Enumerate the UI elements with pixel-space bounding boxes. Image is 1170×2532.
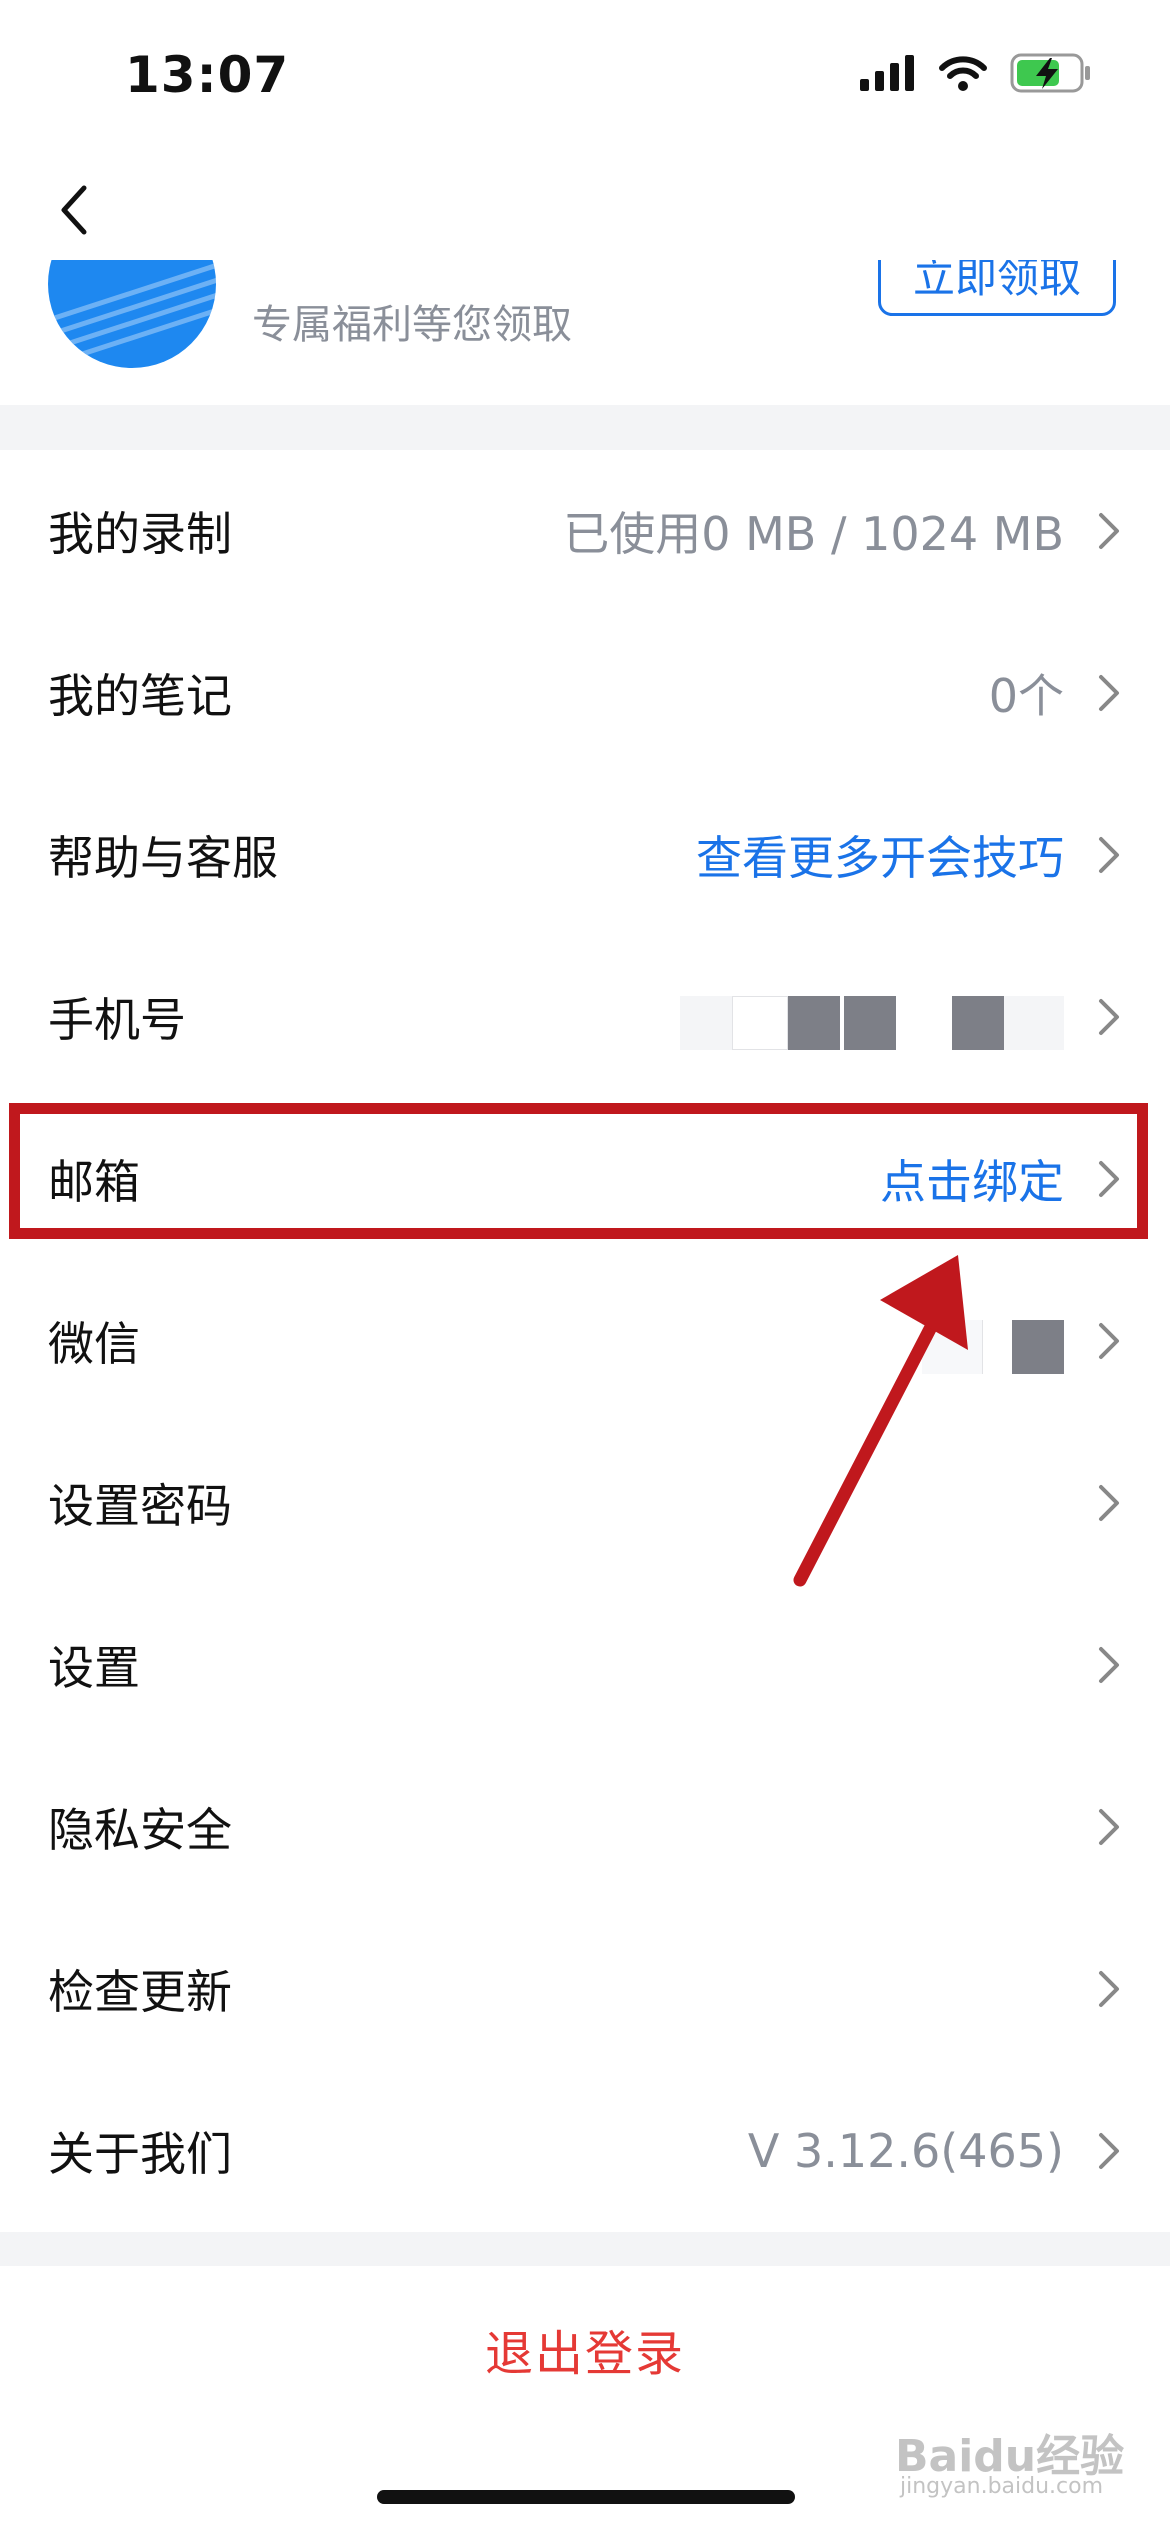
menu-item-label: 我的笔记 xyxy=(48,669,232,723)
menu-item-my-recordings[interactable]: 我的录制 已使用0 MB / 1024 MB xyxy=(0,450,1170,612)
chevron-right-icon xyxy=(1099,2133,1119,2169)
menu-item-settings[interactable]: 设置 xyxy=(0,1584,1170,1746)
phone-number-redacted xyxy=(680,996,1064,1050)
chevron-right-icon xyxy=(1099,513,1119,549)
menu-item-label: 我的录制 xyxy=(48,507,232,561)
cellular-signal-icon xyxy=(860,55,914,91)
status-bar: 13:07 xyxy=(0,0,1170,150)
logout-label: 退出登录 xyxy=(484,2326,685,2382)
chevron-right-icon xyxy=(1099,1809,1119,1845)
menu-item-check-updates[interactable]: 检查更新 xyxy=(0,1908,1170,2070)
storage-usage-value: 已使用0 MB / 1024 MB xyxy=(563,507,1064,561)
status-time: 13:07 xyxy=(125,46,290,104)
claim-now-button[interactable]: 立即领取 xyxy=(878,260,1116,316)
section-divider xyxy=(0,405,1170,450)
menu-item-label: 隐私安全 xyxy=(48,1803,232,1857)
promo-banner: 专属福利等您领取 立即领取 xyxy=(0,260,1170,405)
logout-button[interactable]: 退出登录 xyxy=(0,2266,1170,2432)
chevron-right-icon xyxy=(1099,999,1119,1035)
menu-item-set-password[interactable]: 设置密码 xyxy=(0,1422,1170,1584)
menu-item-label: 帮助与客服 xyxy=(48,831,278,885)
annotation-highlight-box xyxy=(9,1103,1148,1239)
chevron-right-icon xyxy=(1099,1971,1119,2007)
menu-item-label: 检查更新 xyxy=(48,1965,232,2019)
status-icons xyxy=(860,52,1092,94)
menu-item-my-notes[interactable]: 我的笔记 0个 xyxy=(0,612,1170,774)
settings-menu: 我的录制 已使用0 MB / 1024 MB 我的笔记 0个 帮助与客服 查看更… xyxy=(0,450,1170,2232)
menu-item-wechat[interactable]: 微信 xyxy=(0,1260,1170,1422)
nav-bar xyxy=(0,150,1170,260)
baidu-watermark-url: jingyan.baidu.com xyxy=(900,2474,1104,2499)
menu-item-label: 设置 xyxy=(48,1641,140,1695)
home-indicator[interactable] xyxy=(377,2490,795,2504)
menu-item-privacy-security[interactable]: 隐私安全 xyxy=(0,1746,1170,1908)
wifi-icon xyxy=(939,56,987,91)
battery-charging-icon xyxy=(1010,53,1090,93)
chevron-right-icon xyxy=(1099,837,1119,873)
menu-item-label: 关于我们 xyxy=(48,2127,232,2181)
notes-count-value: 0个 xyxy=(988,669,1064,723)
promo-subtitle: 专属福利等您领取 xyxy=(252,302,572,348)
wechat-account-redacted xyxy=(922,1320,1064,1374)
menu-item-label: 手机号 xyxy=(48,993,186,1047)
menu-item-label: 微信 xyxy=(48,1317,140,1371)
app-version-value: V 3.12.6(465) xyxy=(747,2124,1064,2178)
help-tips-link[interactable]: 查看更多开会技巧 xyxy=(696,822,1064,888)
menu-item-help-support[interactable]: 帮助与客服 查看更多开会技巧 xyxy=(0,774,1170,936)
chevron-right-icon xyxy=(1099,675,1119,711)
menu-item-phone[interactable]: 手机号 xyxy=(0,936,1170,1098)
back-arrow-icon[interactable] xyxy=(50,180,100,240)
menu-item-label: 设置密码 xyxy=(48,1479,232,1533)
section-divider xyxy=(0,2232,1170,2266)
menu-item-about-us[interactable]: 关于我们 V 3.12.6(465) xyxy=(0,2070,1170,2232)
chevron-right-icon xyxy=(1099,1323,1119,1359)
chevron-right-icon xyxy=(1099,1485,1119,1521)
chevron-right-icon xyxy=(1099,1647,1119,1683)
app-logo xyxy=(48,260,216,368)
